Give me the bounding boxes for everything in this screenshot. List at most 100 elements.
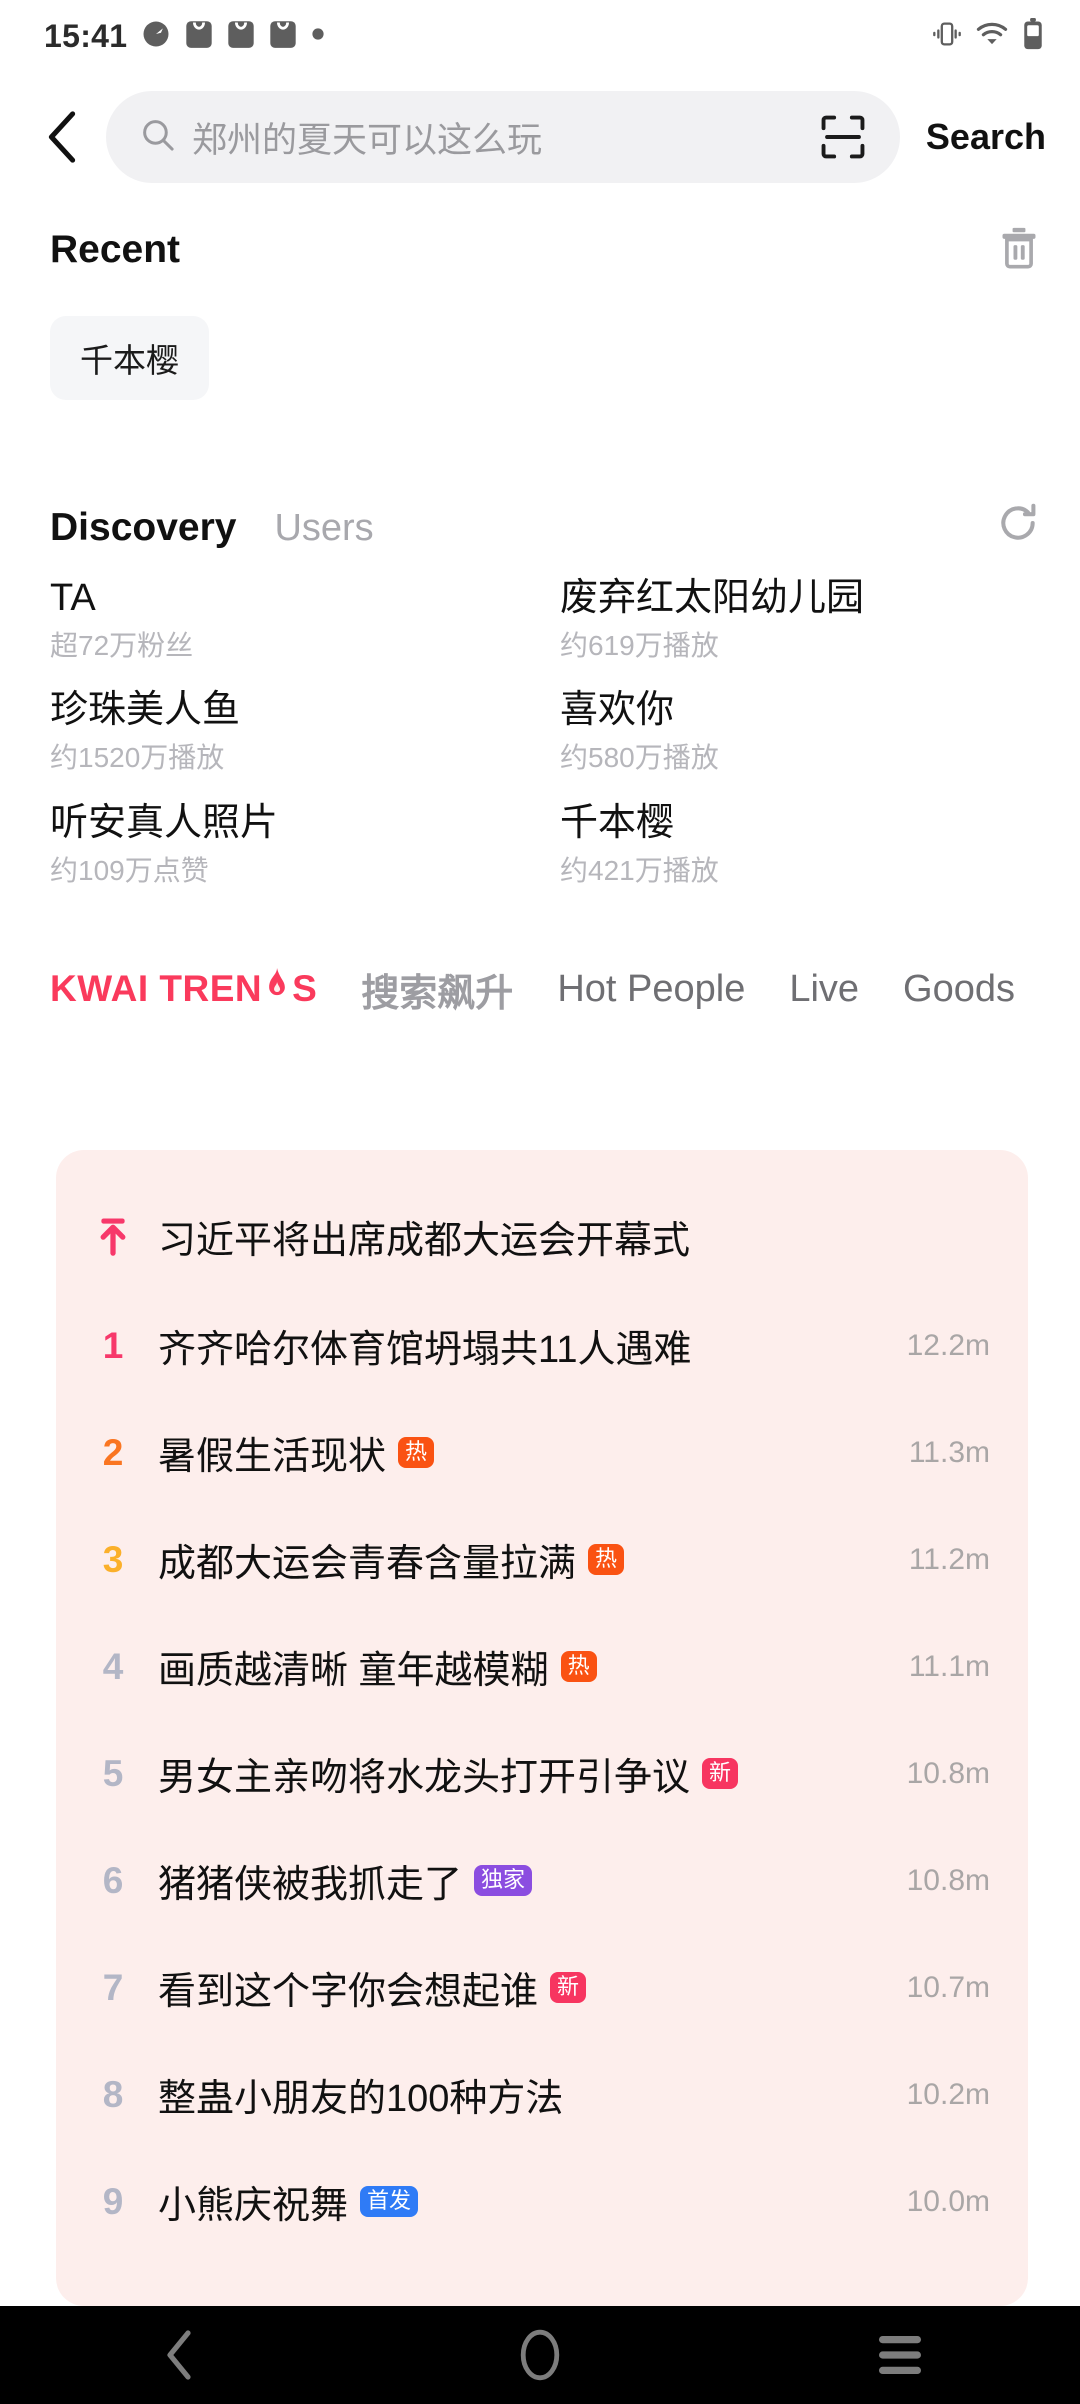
nav-recents-icon[interactable]	[840, 2306, 960, 2404]
tab-users[interactable]: Users	[274, 507, 373, 550]
trend-heat: 10.7m	[906, 1970, 990, 2004]
trend-heat: 10.0m	[906, 2184, 990, 2218]
trend-title: 暑假生活现状 热	[136, 1425, 889, 1480]
bag-icon	[185, 19, 213, 54]
dot-icon	[311, 27, 325, 46]
discovery-item[interactable]: 珍珠美人鱼 约1520万播放	[50, 688, 520, 774]
nav-back-icon[interactable]	[120, 2306, 240, 2404]
trend-heat: 11.1m	[908, 1649, 990, 1683]
trend-badge: 新	[550, 1972, 587, 2003]
tab-search-rising[interactable]: 搜索飙升	[361, 962, 513, 1017]
trend-title-text: 习近平将出席成都大运会开幕式	[158, 1219, 691, 1262]
discovery-tabs: Discovery Users	[50, 506, 374, 550]
discovery-item[interactable]: TA 超72万粉丝	[50, 576, 520, 662]
battery-icon	[1022, 17, 1044, 55]
speedometer-icon	[141, 19, 171, 54]
trend-row[interactable]: 3 成都大运会青春含量拉满 热 11.2m	[56, 1506, 1028, 1613]
trend-row[interactable]: 4 画质越清晰 童年越模糊 热 11.1m	[56, 1613, 1028, 1720]
vibrate-icon	[932, 19, 962, 54]
trend-title: 看到这个字你会想起谁 新	[136, 1960, 887, 2015]
recent-chips: 千本樱	[0, 298, 1080, 400]
discovery-item[interactable]: 喜欢你 约580万播放	[560, 688, 1030, 774]
trend-title-text: 齐齐哈尔体育馆坍塌共11人遇难	[158, 1329, 692, 1371]
refresh-button[interactable]	[996, 501, 1040, 550]
trends-tab-strip: KWAI TREN S 搜索飙升 Hot People Live Goods	[0, 943, 1080, 1035]
trend-heat: 10.8m	[906, 1756, 990, 1790]
trend-badge: 新	[702, 1758, 739, 1789]
trend-title: 成都大运会青春含量拉满 热	[136, 1532, 889, 1587]
recent-chip[interactable]: 千本樱	[50, 316, 209, 400]
tab-live[interactable]: Live	[789, 968, 859, 1011]
pin-top-icon	[90, 1216, 136, 1256]
kwai-trends-logo-pre: KWAI TREN	[50, 968, 263, 1010]
discovery-item-subtitle: 约109万点赞	[50, 854, 209, 886]
discovery-item[interactable]: 废弃红太阳幼儿园 约619万播放	[560, 576, 1030, 662]
discovery-grid: TA 超72万粉丝 废弃红太阳幼儿园 约619万播放 珍珠美人鱼 约1520万播…	[0, 550, 1080, 887]
trend-badge: 首发	[360, 2186, 419, 2217]
recent-header: Recent	[0, 202, 1080, 298]
trend-rank: 4	[102, 1645, 124, 1687]
discovery-item-title: TA	[50, 577, 96, 619]
trends-list-card: 习近平将出席成都大运会开幕式 1 齐齐哈尔体育馆坍塌共11人遇难 12.2m 2…	[56, 1150, 1028, 2306]
discovery-item-subtitle: 约421万播放	[560, 854, 719, 886]
trend-title-text: 画质越清晰 童年越模糊	[158, 1650, 549, 1692]
back-button[interactable]	[34, 108, 92, 166]
trend-row[interactable]: 8 整蛊小朋友的100种方法 10.2m	[56, 2041, 1028, 2148]
discovery-item-title: 听安真人照片	[50, 801, 279, 844]
trend-rank: 7	[102, 1966, 124, 2008]
trend-heat: 10.8m	[906, 1863, 990, 1897]
trend-title-text: 整蛊小朋友的100种方法	[158, 2078, 564, 2120]
trend-title: 习近平将出席成都大运会开幕式	[136, 1209, 990, 1264]
trend-rank: 9	[102, 2180, 124, 2222]
status-bar-right	[932, 17, 1044, 55]
trend-title-text: 男女主亲吻将水龙头打开引争议	[158, 1757, 691, 1799]
trend-title-text: 看到这个字你会想起谁	[158, 1971, 539, 2013]
trend-title: 齐齐哈尔体育馆坍塌共11人遇难	[136, 1318, 887, 1373]
trend-rank: 1	[102, 1324, 124, 1366]
discovery-item-subtitle: 约1520万播放	[50, 742, 225, 774]
tab-goods[interactable]: Goods	[903, 968, 1015, 1011]
discovery-item[interactable]: 千本樱 约421万播放	[560, 801, 1030, 887]
trend-title-text: 暑假生活现状	[158, 1436, 387, 1478]
discovery-item[interactable]: 听安真人照片 约109万点赞	[50, 801, 520, 887]
trend-badge: 热	[398, 1437, 435, 1468]
kwai-trends-logo[interactable]: KWAI TREN S	[50, 967, 317, 1012]
scan-icon[interactable]	[816, 110, 870, 164]
trend-rank: 2	[102, 1431, 124, 1473]
bag-icon	[227, 19, 255, 54]
search-header: 郑州的夏天可以这么玩 Search	[0, 72, 1080, 202]
search-icon	[140, 117, 176, 158]
trend-title-text: 成都大运会青春含量拉满	[158, 1543, 577, 1585]
wifi-icon	[976, 21, 1008, 52]
nav-home-icon[interactable]	[480, 2306, 600, 2404]
search-box[interactable]: 郑州的夏天可以这么玩	[106, 91, 900, 183]
trend-row[interactable]: 习近平将出席成都大运会开幕式	[56, 1180, 1028, 1292]
flame-icon	[263, 967, 291, 1012]
tab-discovery[interactable]: Discovery	[50, 506, 236, 550]
discovery-item-subtitle: 约619万播放	[560, 629, 719, 661]
trend-row[interactable]: 2 暑假生活现状 热 11.3m	[56, 1399, 1028, 1506]
trend-badge: 热	[560, 1651, 597, 1682]
search-button[interactable]: Search	[914, 116, 1052, 158]
recent-title: Recent	[50, 228, 181, 271]
trend-rank: 8	[102, 2073, 124, 2115]
clear-recent-button[interactable]	[998, 226, 1040, 275]
discovery-header: Discovery Users	[0, 464, 1080, 550]
trend-row[interactable]: 1 齐齐哈尔体育馆坍塌共11人遇难 12.2m	[56, 1292, 1028, 1399]
tab-hot-people[interactable]: Hot People	[557, 968, 745, 1011]
kwai-trends-logo-post: S	[292, 968, 318, 1010]
trend-row[interactable]: 9 小熊庆祝舞 首发 10.0m	[56, 2148, 1028, 2255]
discovery-item-subtitle: 超72万粉丝	[50, 629, 194, 661]
system-navigation-bar	[0, 2306, 1080, 2404]
trend-row[interactable]: 5 男女主亲吻将水龙头打开引争议 新 10.8m	[56, 1720, 1028, 1827]
trend-row[interactable]: 6 猪猪侠被我抓走了 独家 10.8m	[56, 1827, 1028, 1934]
discovery-item-title: 千本樱	[560, 801, 675, 844]
trend-title: 整蛊小朋友的100种方法	[136, 2067, 887, 2122]
trend-badge: 独家	[474, 1865, 533, 1896]
status-bar-left: 15:41	[44, 18, 325, 55]
discovery-item-title: 废弃红太阳幼儿园	[560, 577, 865, 619]
trend-heat: 11.2m	[908, 1542, 990, 1576]
trend-row[interactable]: 7 看到这个字你会想起谁 新 10.7m	[56, 1934, 1028, 2041]
search-input[interactable]: 郑州的夏天可以这么玩	[192, 112, 800, 163]
trend-rank: 5	[102, 1752, 124, 1794]
